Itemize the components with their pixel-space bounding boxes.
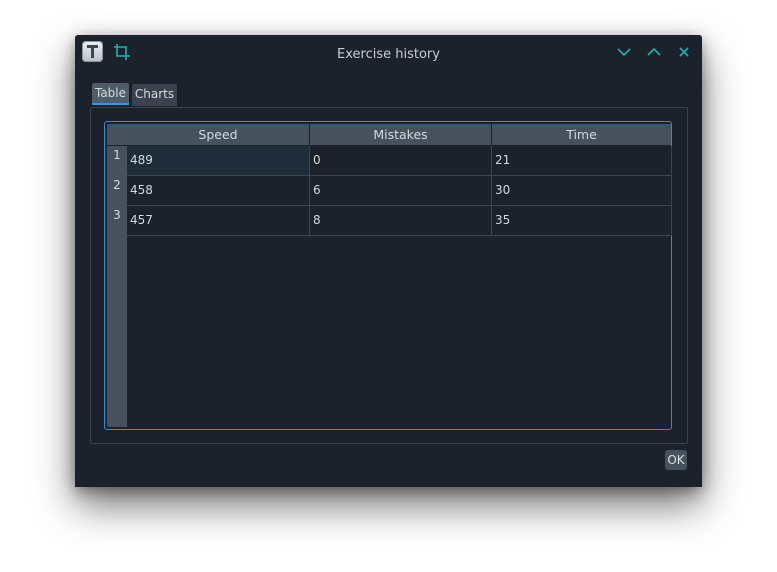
window-title: Exercise history	[337, 47, 440, 62]
table-cell-speed[interactable]: 457	[127, 206, 310, 236]
chevron-down-icon[interactable]	[615, 43, 633, 61]
table-corner-button[interactable]	[107, 124, 127, 145]
chevron-up-icon[interactable]	[645, 43, 663, 61]
row-header-2[interactable]: 2	[107, 176, 127, 205]
exercise-history-window: Exercise history Table Charts Speed Mist…	[75, 35, 702, 487]
ok-button[interactable]: OK	[665, 450, 687, 470]
table-cell-mistakes[interactable]: 8	[310, 206, 492, 236]
table-cell-speed[interactable]: 458	[127, 176, 310, 206]
history-table[interactable]: Speed Mistakes Time 1 2 3 489 0 21 458 6…	[104, 121, 672, 430]
table-cell-time[interactable]: 21	[492, 146, 672, 176]
table-cell-speed[interactable]: 489	[127, 146, 310, 176]
tab-charts[interactable]: Charts	[132, 84, 177, 106]
desktop: Exercise history Table Charts Speed Mist…	[0, 0, 777, 572]
close-icon[interactable]	[675, 43, 693, 61]
row-header-3[interactable]: 3	[107, 206, 127, 235]
table-cell-mistakes[interactable]: 0	[310, 146, 492, 176]
tab-panel: Speed Mistakes Time 1 2 3 489 0 21 458 6…	[90, 107, 688, 444]
column-header-speed[interactable]: Speed	[127, 124, 309, 145]
table-cell-time[interactable]: 35	[492, 206, 672, 236]
table-cell-mistakes[interactable]: 6	[310, 176, 492, 206]
row-header-1[interactable]: 1	[107, 146, 127, 175]
table-cell-time[interactable]: 30	[492, 176, 672, 206]
column-header-mistakes[interactable]: Mistakes	[310, 124, 491, 145]
tab-table[interactable]: Table	[92, 83, 129, 105]
column-header-time[interactable]: Time	[492, 124, 671, 145]
title-bar[interactable]: Exercise history	[75, 35, 702, 71]
